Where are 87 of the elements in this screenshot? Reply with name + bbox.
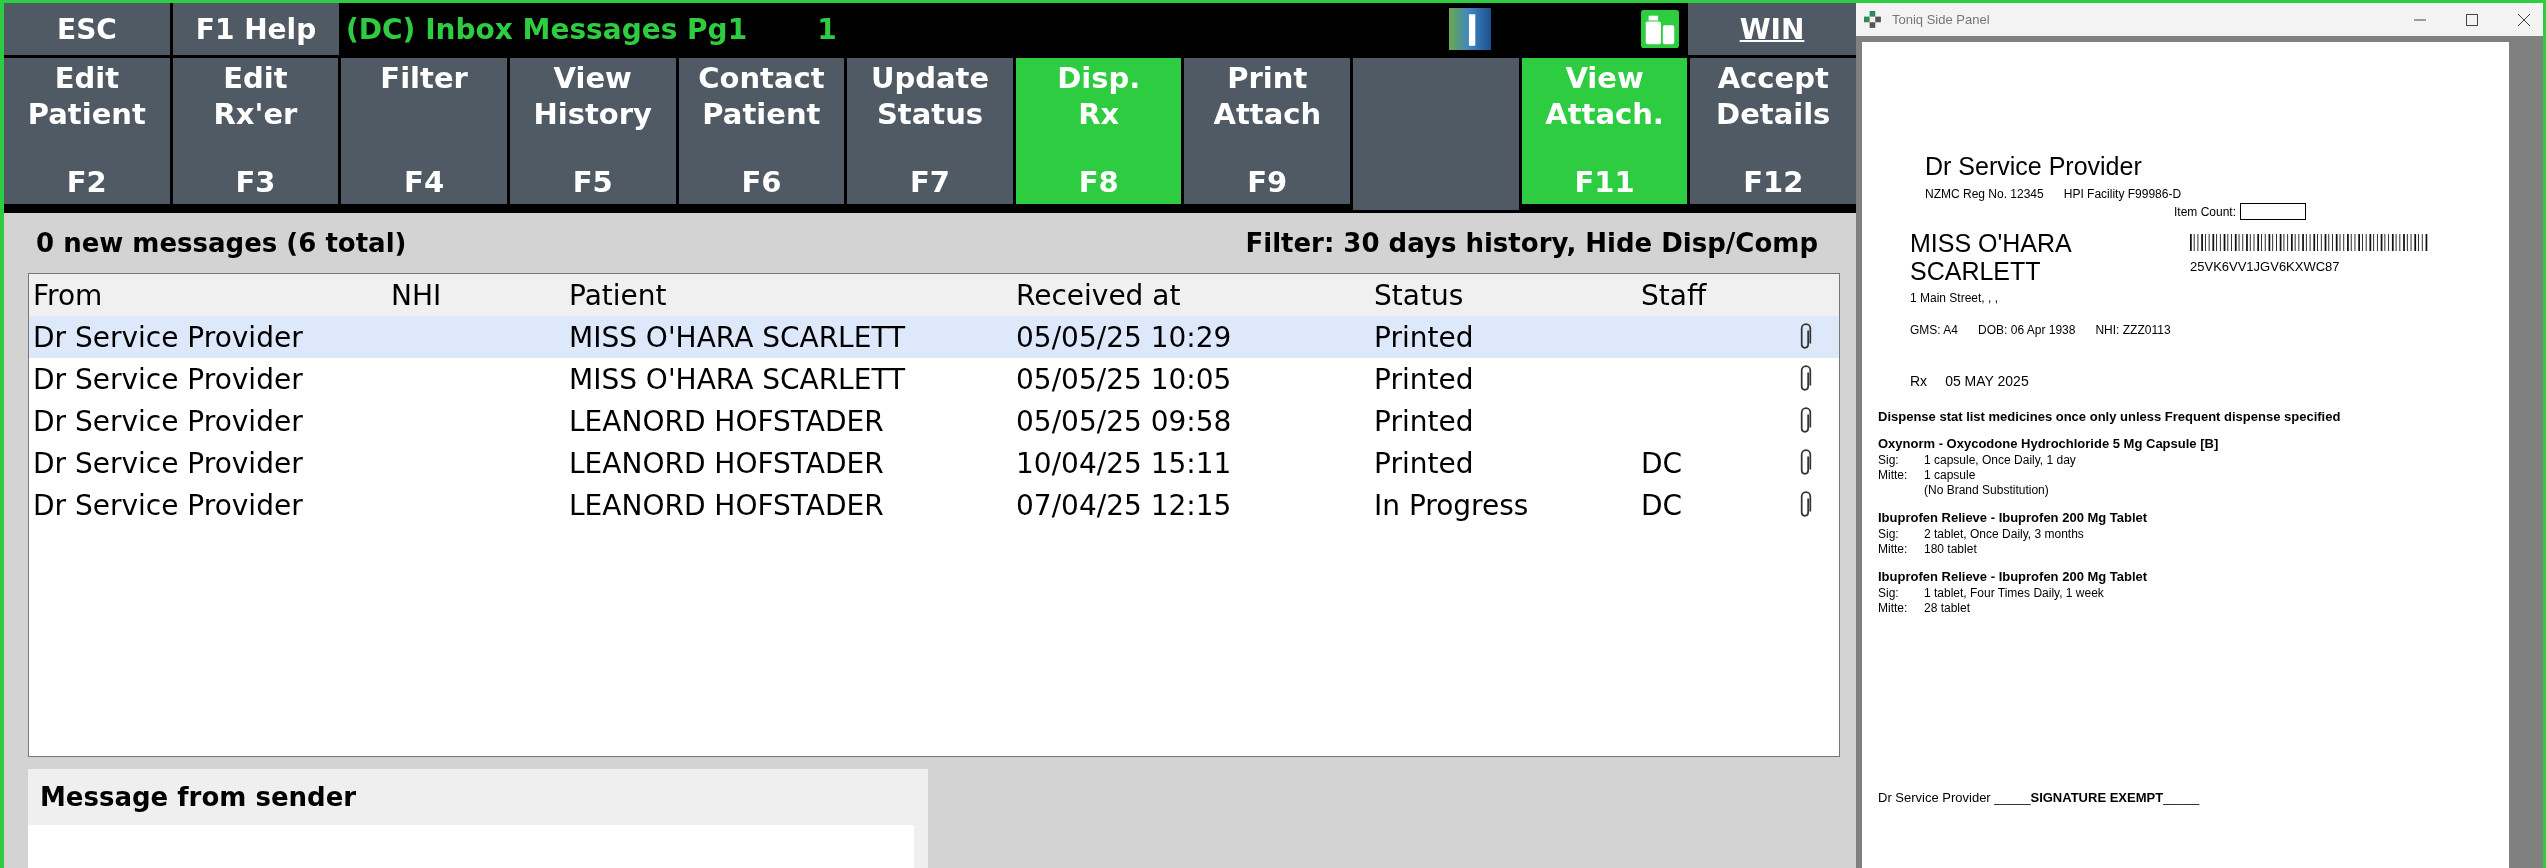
table-cell-text: Dr Service Provider (32, 362, 304, 396)
date-of-birth: DOB: 06 Apr 1938 (1978, 323, 2076, 337)
item-count-field (2240, 203, 2307, 220)
table-cell-text: Printed (1374, 446, 1475, 480)
sig-label: Sig: (1878, 453, 1900, 468)
rx-date: 05 MAY 2025 (1945, 373, 2029, 389)
table-cell: DC (1641, 446, 1683, 480)
sig-label: Sig: (1878, 527, 1900, 542)
mitte-label: Mitte: (1878, 601, 1909, 616)
escape-button[interactable]: ESC (4, 3, 170, 55)
panel-title: Message from sender (40, 782, 357, 812)
table-cell-text: LEANORD HOFSTADER (569, 488, 885, 522)
table-cell-text: Dr Service Provider (32, 446, 304, 480)
message-field[interactable] (28, 825, 914, 868)
table-cell-text: LEANORD HOFSTADER (569, 404, 885, 438)
table-cell-text: Dr Service Provider (32, 320, 304, 354)
table-cell-text: 05/05/25 10:05 (1016, 362, 1233, 396)
table-cell-text: MISS O'HARA SCARLETT (569, 362, 907, 396)
function-key[interactable]: Edit Rx'er F3 (172, 58, 339, 204)
medicine-name: Oxynorm - Oxycodone Hydrochloride 5 Mg Capsule [B] (1878, 436, 2220, 451)
message-row[interactable]: Dr Service Provider MISS O'HARA SCARLETT 05/05/25 10:29 Printed (29, 316, 1839, 358)
mitte-label: Mitte: (1878, 542, 1909, 557)
medicine-name: Ibuprofen Relieve - Ibuprofen 200 Mg Tablet (1878, 510, 2149, 525)
signature-line: Dr Service Provider _____SIGNATURE EXEMPT_____ (1878, 790, 2201, 805)
table-cell-text: LEANORD HOFSTADER (569, 446, 885, 480)
message-row[interactable]: Dr Service Provider MISS O'HARA SCARLETT 05/05/25 10:05 Printed (29, 358, 1839, 400)
table-cell-text: Dr Service Provider (32, 488, 304, 522)
app-icon (1864, 10, 1882, 29)
function-key[interactable]: Edit Patient F2 (4, 58, 170, 204)
column-header[interactable]: NHI (391, 278, 569, 312)
function-key[interactable]: Accept Details F12 (1690, 58, 1857, 204)
table-cell-text: MISS O'HARA SCARLETT (569, 320, 907, 354)
column-header[interactable]: Status (1374, 278, 1641, 312)
function-key[interactable]: Contact Patient F6 (678, 58, 845, 204)
table-cell-text: 07/04/25 12:15 (1016, 488, 1233, 522)
table-cell-text: 05/05/25 09:58 (1016, 404, 1233, 438)
page-number: 1 (817, 12, 837, 46)
function-key[interactable]: Print Attach F9 (1184, 58, 1351, 204)
rx-label: Rx (1910, 373, 1928, 389)
table-cell-text: Printed (1374, 362, 1475, 396)
item-count-label: Item Count: (2174, 204, 2237, 219)
patient-address: 1 Main Street, , , (1910, 291, 2000, 305)
substitution-note: (No Brand Substitution) (1924, 483, 2049, 498)
filter-label: Filter: 30 days history, Hide Disp/Comp (1245, 228, 1818, 258)
help-button[interactable]: F1 Help (173, 3, 339, 55)
mitte-text: 28 tablet (1924, 601, 1971, 616)
table-cell-text: 05/05/25 10:29 (1016, 320, 1233, 354)
sig-text: 1 capsule, Once Daily, 1 day (1924, 453, 2076, 468)
dispense-instruction: Dispense stat list medicines once only unless Frequent dispense specified (1878, 409, 2342, 424)
mitte-text: 1 capsule (1924, 468, 1976, 483)
prescriber-name: Dr Service Provider (1925, 152, 2143, 181)
column-header[interactable]: Staff (1641, 278, 1791, 312)
column-header[interactable]: Received at (1016, 278, 1374, 312)
registration-number: NZMC Reg No. 12345 (1925, 187, 2044, 201)
column-header[interactable]: From (29, 278, 391, 312)
message-row[interactable]: Dr Service Provider LEANORD HOFSTADER 10/04/25 15:11 Printed DC (29, 442, 1839, 484)
medicine-bottle-icon[interactable] (1641, 9, 1679, 49)
mitte-label: Mitte: (1878, 468, 1909, 483)
table-cell-text: Dr Service Provider (32, 404, 304, 438)
table-cell-text: Printed (1374, 320, 1475, 354)
screen-title: (DC) Inbox Messages Pg1 (346, 12, 748, 46)
message-row[interactable]: Dr Service Provider LEANORD HOFSTADER 05/05/25 09:58 Printed (29, 400, 1839, 442)
mitte-text: 180 tablet (1924, 542, 1977, 557)
sig-text: 1 tablet, Four Times Daily, 1 week (1924, 586, 2104, 601)
close-icon[interactable] (2517, 12, 2531, 27)
function-key[interactable]: View History F5 (509, 58, 676, 204)
table-cell: DC (1641, 488, 1683, 522)
maximize-icon[interactable] (2465, 12, 2479, 27)
medicine-name: Ibuprofen Relieve - Ibuprofen 200 Mg Tablet (1878, 569, 2149, 584)
facility-id: HPI Facility F99986-D (2063, 187, 2182, 201)
window-button[interactable]: WIN (1688, 3, 1856, 55)
table-cell-text: Printed (1374, 404, 1475, 438)
function-key[interactable]: Filter F4 (341, 58, 507, 204)
message-count: 0 new messages (6 total) (36, 228, 407, 258)
message-row[interactable]: Dr Service Provider LEANORD HOFSTADER 07/04/25 12:15 In Progress DC (29, 484, 1839, 526)
sig-text: 2 tablet, Once Daily, 3 months (1924, 527, 2084, 542)
patient-name: MISS O'HARA SCARLETT (1910, 230, 2073, 285)
gms-code: GMS: A4 (1910, 323, 1959, 337)
barcode-number: 25VK6VV1JGV6KXWC87 (2190, 259, 2341, 274)
table-cell-text: 10/04/25 15:11 (1016, 446, 1233, 480)
table-cell-text: In Progress (1374, 488, 1530, 522)
logo-icon (1449, 6, 1491, 52)
function-key[interactable]: Update Status F7 (847, 58, 1013, 204)
nhi-number: NHI: ZZZ0113 (2095, 323, 2171, 337)
sig-label: Sig: (1878, 586, 1900, 601)
column-header[interactable]: Patient (569, 278, 1016, 312)
window-title: Toniq Side Panel (1892, 12, 1990, 27)
